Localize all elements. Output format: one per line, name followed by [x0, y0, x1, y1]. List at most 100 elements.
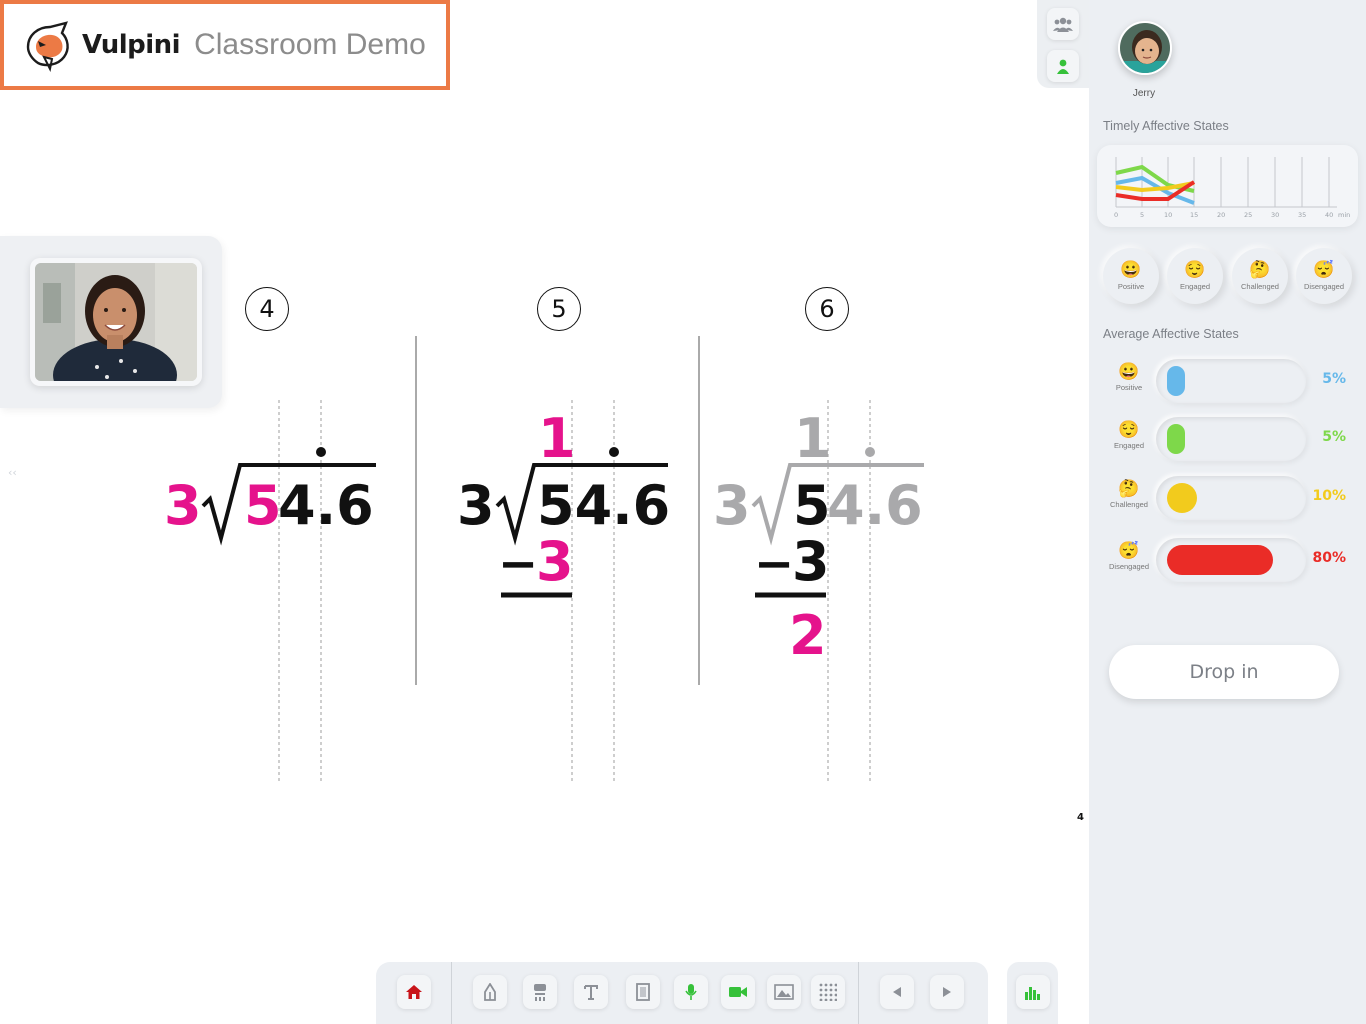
bar-chart-icon	[1025, 987, 1040, 1000]
text-tool-button[interactable]	[574, 975, 608, 1009]
average-label: Positive	[1115, 383, 1143, 392]
math-board: 3 5 4.6 1 3 54.6 − 3 1 3 5 4.6 − 3 2	[164, 336, 924, 782]
thinking-face-icon: 🤔	[1249, 260, 1271, 279]
p6-rest: 4.6	[827, 474, 923, 537]
p4-rest: 4.6	[278, 474, 374, 537]
average-label: Disengaged	[1108, 562, 1150, 571]
emotion-filter-challenged[interactable]: 🤔 Challenged	[1232, 248, 1288, 304]
problem-5: 1 3 54.6 − 3	[457, 407, 670, 598]
home-button[interactable]	[397, 975, 431, 1009]
emotion-label: Engaged	[1179, 282, 1211, 291]
previous-page-button[interactable]	[880, 975, 914, 1009]
p4-divisor: 3	[164, 474, 202, 537]
grid-icon	[819, 983, 837, 1001]
average-row-positive: 😀 Positive 5%	[1089, 357, 1366, 405]
problem-number-5: 5	[537, 287, 581, 331]
thinking-face-icon: 🤔	[1118, 479, 1140, 498]
problem-4: 3 5 4.6	[164, 447, 376, 546]
average-row-engaged: 😌 Engaged 5%	[1089, 415, 1366, 463]
average-percent: 80%	[1312, 550, 1346, 566]
relieved-face-icon: 😌	[1118, 420, 1140, 439]
chart-tick: 0	[1114, 211, 1118, 219]
emotion-filter-positive[interactable]: 😀 Positive	[1103, 248, 1159, 304]
p6-quotient: 1	[794, 407, 832, 470]
average-label: Challenged	[1110, 500, 1148, 509]
timely-states-chart: 0 5 10 15 20 25 30 35 40 min	[1097, 145, 1358, 227]
problem-number-4: 4	[245, 287, 289, 331]
chart-tick: 40	[1325, 211, 1333, 219]
student-avatar[interactable]	[1118, 21, 1172, 75]
p5-minus: −	[498, 536, 538, 592]
sleepy-face-icon: 😴	[1313, 260, 1335, 279]
image-button[interactable]	[767, 975, 801, 1009]
chart-tick: 15	[1190, 211, 1198, 219]
group-view-button[interactable]	[1047, 8, 1079, 40]
classroom-app: { "brand": { "name": "Vulpini", "subtitl…	[0, 0, 1366, 1024]
text-icon	[584, 985, 598, 1000]
p5-quotient: 1	[538, 407, 576, 470]
p4-first-digit: 5	[244, 474, 282, 537]
drop-in-button[interactable]: Drop in	[1109, 645, 1339, 699]
p6-first-digit: 5	[793, 474, 831, 537]
page-number: 4	[1077, 812, 1084, 823]
average-row-challenged: 🤔 Challenged 10%	[1089, 474, 1366, 522]
average-states-title: Average Affective States	[1103, 327, 1239, 341]
pen-icon	[484, 983, 496, 1001]
average-label: Engaged	[1113, 441, 1145, 450]
affective-line-chart: 0 5 10 15 20 25 30 35 40 min	[1114, 157, 1350, 219]
chart-unit: min	[1338, 211, 1350, 219]
decimal-point	[865, 447, 875, 457]
eraser-icon	[534, 984, 546, 1001]
smile-face-icon: 😀	[1118, 362, 1140, 381]
problem-6: 1 3 5 4.6 − 3 2	[713, 407, 924, 667]
microphone-icon	[685, 984, 697, 1000]
average-bar-track	[1156, 538, 1306, 582]
microphone-button[interactable]	[674, 975, 708, 1009]
emotion-filter-disengaged[interactable]: 😴 Disengaged	[1296, 248, 1352, 304]
average-bar-track	[1156, 417, 1306, 461]
emotion-label: Positive	[1117, 282, 1145, 291]
image-icon	[774, 984, 794, 1000]
chart-tick: 20	[1217, 211, 1225, 219]
person-icon	[1057, 59, 1069, 74]
student-name: Jerry	[1132, 88, 1156, 99]
page-icon	[636, 983, 650, 1001]
average-percent: 5%	[1322, 371, 1346, 387]
decimal-point	[609, 447, 619, 457]
p5-subtrahend: 3	[536, 530, 574, 593]
single-student-view-button[interactable]	[1047, 50, 1079, 82]
average-bar-track	[1156, 359, 1306, 403]
p6-divisor: 3	[713, 474, 751, 537]
smile-face-icon: 😀	[1120, 260, 1142, 279]
problem-number-6: 6	[805, 287, 849, 331]
eraser-tool-button[interactable]	[523, 975, 557, 1009]
previous-icon	[893, 987, 901, 997]
chart-tick: 25	[1244, 211, 1252, 219]
emotion-label: Disengaged	[1303, 282, 1345, 291]
toolbar-separator	[451, 962, 452, 1024]
sleepy-face-icon: 😴	[1118, 541, 1140, 560]
chart-tick: 30	[1271, 211, 1279, 219]
toolbar-separator	[858, 962, 859, 1024]
analytics-button[interactable]	[1016, 975, 1050, 1009]
decimal-point	[316, 447, 326, 457]
next-page-button[interactable]	[930, 975, 964, 1009]
average-bar-fill	[1167, 483, 1197, 513]
student-photo	[1120, 23, 1170, 73]
group-icon	[1053, 17, 1073, 32]
average-bar-fill	[1167, 424, 1185, 454]
page-tool-button[interactable]	[626, 975, 660, 1009]
emotion-label: Challenged	[1241, 282, 1279, 291]
grid-button[interactable]	[811, 975, 845, 1009]
chart-tick: 35	[1298, 211, 1306, 219]
emotion-filter-engaged[interactable]: 😌 Engaged	[1167, 248, 1223, 304]
p5-dividend: 54.6	[537, 474, 670, 537]
average-bar-fill	[1167, 545, 1273, 575]
pen-tool-button[interactable]	[473, 975, 507, 1009]
camera-button[interactable]	[721, 975, 755, 1009]
view-mode-panel	[1037, 0, 1089, 88]
average-bar-fill	[1167, 366, 1185, 396]
affective-sidebar: Jerry Timely Affective States 0 5 10 15 …	[1089, 0, 1366, 1024]
relieved-face-icon: 😌	[1184, 260, 1206, 279]
p6-subtrahend: 3	[792, 530, 830, 593]
